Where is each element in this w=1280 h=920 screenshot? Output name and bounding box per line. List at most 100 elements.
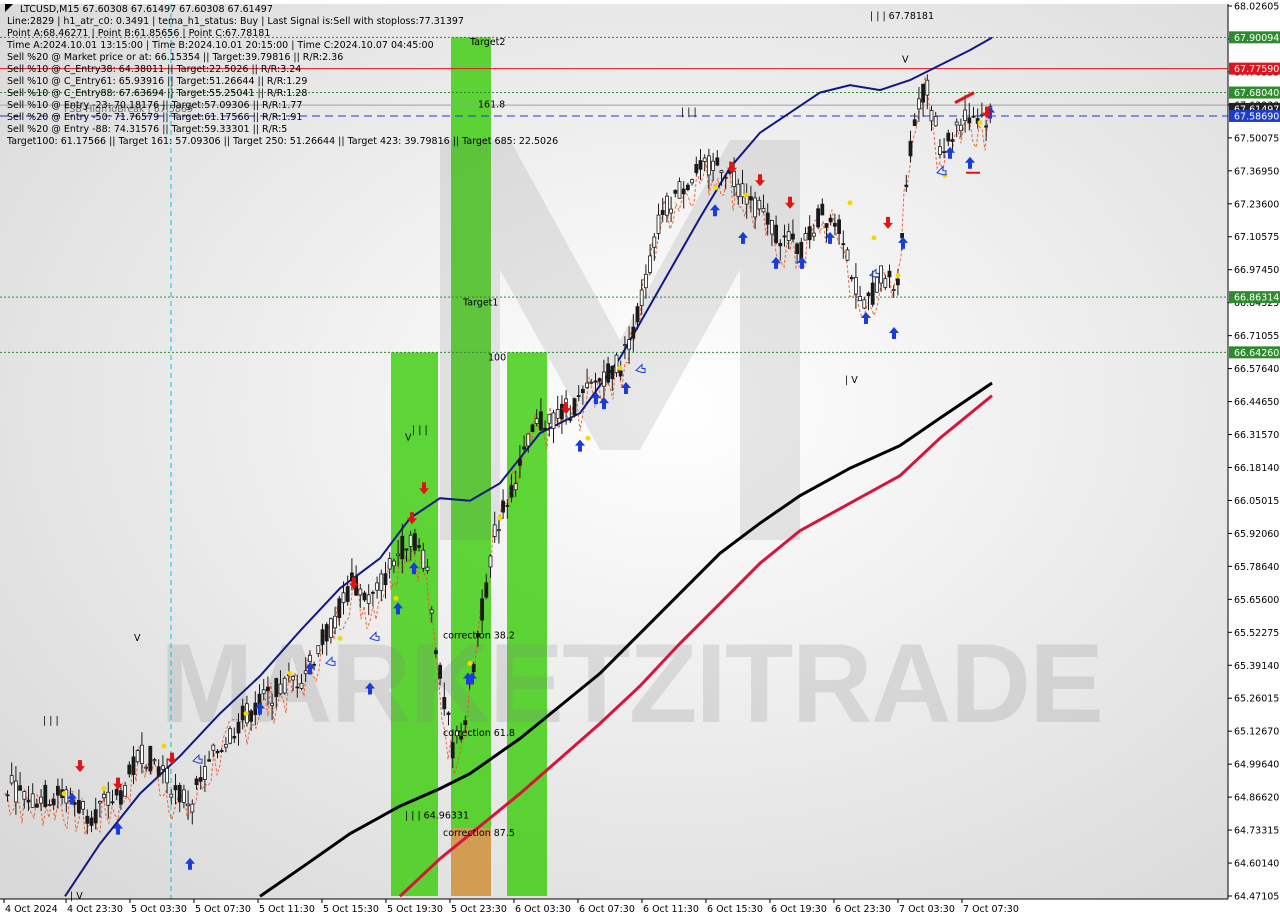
candle-body	[177, 784, 182, 803]
price-tick-label: 65.12670	[1234, 727, 1279, 738]
candle-body	[471, 663, 476, 673]
candle-body	[644, 273, 648, 289]
candle-body	[484, 582, 489, 598]
candle-body	[35, 803, 39, 808]
candle-body	[316, 645, 321, 655]
candle-body	[660, 209, 665, 216]
price-tick-label: 65.92060	[1234, 529, 1279, 540]
info-line-6: Sell %10 @ C_Entry38: 64.38011 || Target…	[7, 64, 301, 75]
candle-body	[22, 791, 27, 800]
candle-body	[723, 176, 728, 179]
signal-dot-icon	[977, 120, 983, 126]
candle-body	[816, 208, 820, 228]
time-tick-label: 5 Oct 19:30	[387, 904, 443, 915]
candle-body	[249, 710, 254, 722]
time-tick-label: 6 Oct 07:30	[579, 904, 635, 915]
wave-label: V	[902, 55, 909, 66]
candle-body	[518, 458, 522, 466]
signal-dot-icon	[467, 660, 473, 666]
candle-body	[144, 766, 149, 769]
candle-body	[433, 650, 438, 654]
candle-body	[824, 223, 829, 228]
candle-body	[160, 765, 165, 770]
candle-body	[959, 124, 963, 132]
candle-body	[602, 371, 606, 387]
candle-body	[560, 403, 564, 420]
candle-body	[933, 116, 938, 127]
candle-body	[169, 793, 174, 798]
price-tick-label: 67.50075	[1234, 133, 1279, 144]
candle-body	[786, 231, 791, 241]
candle-body	[194, 778, 199, 785]
candle-body	[770, 220, 774, 235]
candle-body	[610, 365, 615, 380]
candle-body	[547, 413, 552, 424]
candle	[135, 749, 140, 764]
candle-body	[782, 235, 787, 238]
price-badge-label: 66.86314	[1234, 293, 1279, 304]
candle	[228, 726, 233, 745]
signal-dot-icon	[243, 711, 249, 717]
candle-body	[190, 803, 195, 813]
price-tick-label: 65.78640	[1234, 562, 1279, 573]
candle-body	[320, 629, 325, 645]
time-tick-label: 5 Oct 23:30	[451, 904, 507, 915]
candle-body	[362, 592, 367, 601]
candle-body	[530, 424, 535, 433]
signal-dot-icon	[585, 435, 591, 441]
signal-dot-icon	[871, 235, 877, 241]
candle-body	[333, 615, 338, 629]
candle-body	[837, 219, 841, 234]
candle-body	[917, 98, 921, 110]
signal-dot-icon	[617, 365, 623, 371]
wave-label: | | |	[43, 716, 59, 727]
wave-label: | V	[845, 375, 858, 386]
candle-body	[417, 545, 422, 548]
candle	[282, 676, 287, 695]
info-line-12: Target100: 61.17566 || Target 161: 57.09…	[6, 136, 558, 147]
candle-body	[375, 582, 380, 591]
price-tick-label: 66.05015	[1234, 496, 1279, 507]
candle-body	[383, 573, 388, 585]
candle-body	[131, 756, 136, 775]
signal-dot-icon	[497, 515, 503, 521]
candle-body	[681, 188, 686, 195]
candle-body	[181, 789, 186, 803]
price-tick-label: 67.23600	[1234, 199, 1279, 210]
candle-body	[207, 759, 212, 762]
candle-body	[929, 110, 934, 122]
candle-body	[614, 354, 619, 373]
price-tick-label: 66.71055	[1234, 331, 1279, 342]
candle-body	[387, 558, 392, 570]
time-tick-label: 6 Oct 19:30	[771, 904, 827, 915]
signal-dot-icon	[161, 743, 167, 749]
candle-body	[753, 197, 757, 218]
candle-body	[253, 702, 258, 716]
price-tick-label: 64.47105	[1234, 892, 1279, 903]
candle-body	[585, 382, 589, 388]
candle-body	[30, 793, 35, 808]
price-tick-label: 65.26015	[1234, 694, 1279, 705]
candle	[572, 398, 577, 418]
candle-body	[236, 721, 241, 734]
candle-body	[803, 233, 808, 241]
candle-body	[854, 277, 858, 295]
candle-body	[950, 139, 955, 142]
candle-body	[749, 196, 753, 201]
candle-body	[5, 794, 10, 797]
candle-body	[732, 170, 736, 187]
candle-body	[186, 803, 191, 807]
candle-body	[963, 109, 967, 121]
time-tick-label: 6 Oct 03:30	[515, 904, 571, 915]
candle-body	[576, 395, 581, 397]
candle-body	[51, 798, 56, 806]
candle-body	[282, 677, 287, 694]
candle-body	[698, 160, 703, 170]
candle-body	[828, 217, 833, 223]
candle-body	[139, 744, 144, 765]
candle-body	[442, 697, 447, 710]
chart-canvas[interactable]: MARKETZITRADE Target2 Target1 161.8 100 corr…	[0, 0, 1280, 920]
target1-label: Target1	[462, 297, 498, 308]
candle-body	[312, 663, 317, 666]
point-b-label: | | | 64.96331	[405, 811, 469, 822]
